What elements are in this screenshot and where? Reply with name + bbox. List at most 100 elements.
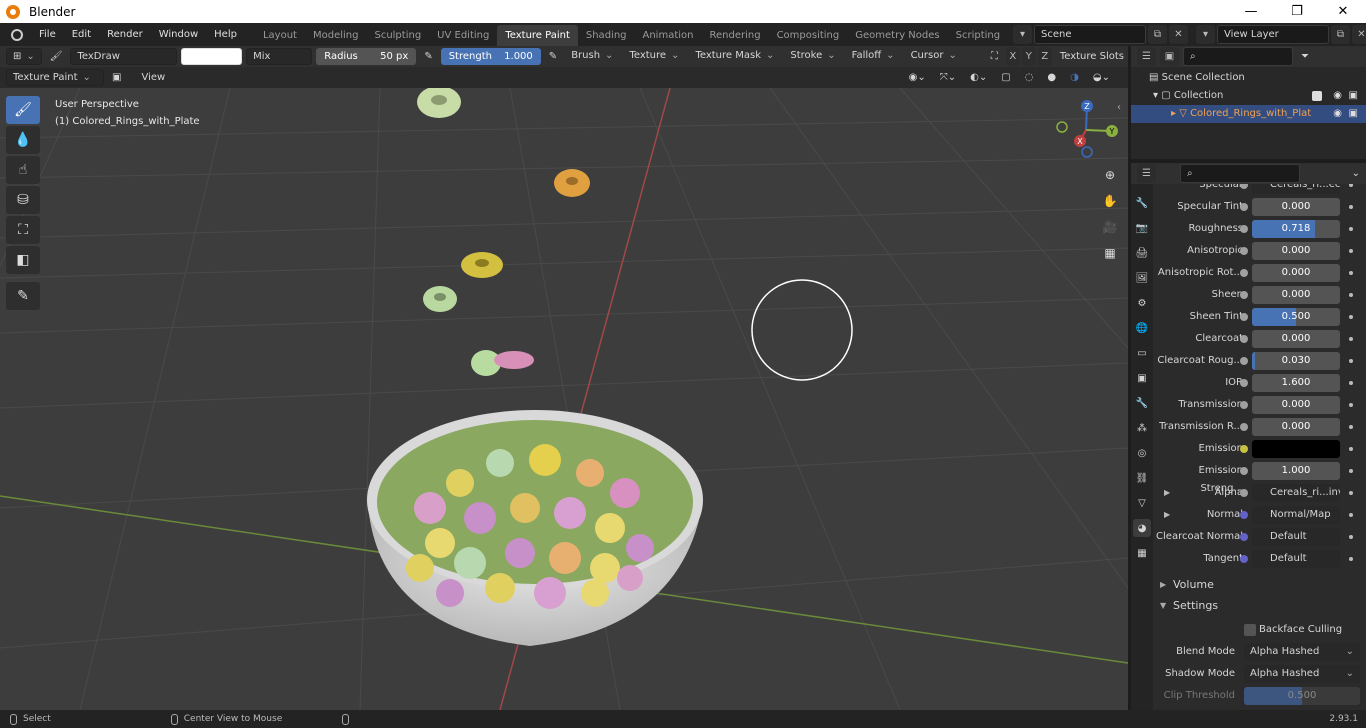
physics-tab-icon[interactable]: ◎ [1133,444,1151,462]
socket-icon[interactable] [1240,423,1248,431]
collection-expand-icon[interactable]: ▾ [1153,90,1161,101]
socket-icon[interactable] [1240,379,1248,387]
fill-tool-icon[interactable]: ⛶ [6,216,40,244]
maximize-button[interactable]: ❐ [1274,0,1320,23]
backface-culling-checkbox[interactable] [1244,624,1256,636]
material-tab-icon[interactable]: ◕ [1133,519,1151,537]
output-tab-icon[interactable]: 🖨 [1133,244,1151,262]
settings-panel-header[interactable]: Settings [1153,596,1366,616]
menu-window[interactable]: Window [151,23,206,46]
keyframe-dot-icon[interactable] [1349,249,1353,253]
cursor-menu[interactable]: Cursor [904,48,963,65]
volume-panel-header[interactable]: Volume [1153,575,1366,595]
texture-menu[interactable]: Texture [623,48,686,65]
data-tab-icon[interactable]: ▽ [1133,494,1151,512]
keyframe-dot-icon[interactable] [1349,271,1353,275]
symmetry-icon[interactable]: ⛶ [987,51,1002,62]
collection-tab-icon[interactable]: ▭ [1133,344,1151,362]
visibility-icon[interactable]: ◉⌄ [905,72,930,83]
world-tab-icon[interactable]: 🌐 [1133,319,1151,337]
linked-input[interactable]: Cereals_ri...ecular.png [1252,184,1340,194]
blender-logo-icon[interactable] [11,28,23,41]
workspace-tab-scripting[interactable]: Scripting [948,25,1008,46]
keyframe-dot-icon[interactable] [1349,337,1353,341]
constraints-tab-icon[interactable]: ⛓ [1133,469,1151,487]
outliner-display-mode-icon[interactable]: ▣ [1160,47,1179,66]
properties-options-icon[interactable]: ⌄ [1348,168,1366,179]
collection-eye-icon[interactable]: ◉ [1333,87,1342,105]
delete-view-layer-icon[interactable]: ✕ [1352,25,1366,44]
keyframe-dot-icon[interactable] [1349,227,1353,231]
symmetry-x-toggle[interactable]: X [1005,47,1020,66]
workspace-tab-texture-paint[interactable]: Texture Paint [497,25,578,46]
socket-icon[interactable] [1240,511,1248,519]
linked-input[interactable]: Default [1252,528,1340,546]
keyframe-dot-icon[interactable] [1349,469,1353,473]
keyframe-dot-icon[interactable] [1349,403,1353,407]
value-slider[interactable]: 0.000 [1252,198,1340,216]
socket-icon[interactable] [1240,225,1248,233]
xray-icon[interactable]: ▢ [997,72,1014,83]
socket-icon[interactable] [1240,247,1248,255]
object-row[interactable]: ▸ ▽ Colored_Rings_with_Plat ◉ ▣ [1131,105,1366,123]
keyframe-dot-icon[interactable] [1349,381,1353,385]
wireframe-shading-icon[interactable]: ◌ [1021,72,1038,83]
blend-mode-dropdown[interactable]: Mix [246,48,313,65]
keyframe-dot-icon[interactable] [1349,315,1353,319]
new-view-layer-icon[interactable]: ⧉ [1331,25,1350,44]
object-render-icon[interactable]: ▣ [1349,105,1358,123]
material-shading-icon[interactable]: ◑ [1066,72,1083,83]
keyframe-dot-icon[interactable] [1349,425,1353,429]
draw-tool-icon[interactable]: 🖌 [6,96,40,124]
workspace-tab-rendering[interactable]: Rendering [701,25,768,46]
texture-mask-menu[interactable]: Texture Mask [689,48,781,65]
shadow-mode-select[interactable]: Alpha Hashed [1244,665,1360,683]
value-slider[interactable]: 0.000 [1252,242,1340,260]
texture-slots-dropdown[interactable]: Texture Slots [1056,51,1128,62]
keyframe-dot-icon[interactable] [1349,205,1353,209]
strength-slider[interactable]: Strength 1.000 [440,48,541,65]
strength-pressure-icon[interactable]: ✎ [545,51,561,62]
smear-tool-icon[interactable]: ☝ [6,156,40,184]
value-slider[interactable]: 0.000 [1252,418,1340,436]
mode-dropdown[interactable]: Texture Paint [6,69,104,86]
socket-icon[interactable] [1240,467,1248,475]
linked-input[interactable]: Cereals_ri...invert.png [1252,484,1340,502]
navigation-gizmo[interactable]: Z Y X [1056,100,1118,158]
camera-view-icon[interactable]: 🎥 [1099,216,1121,238]
blend-mode-select[interactable]: Alpha Hashed [1244,643,1360,661]
value-slider[interactable]: 0.000 [1252,396,1340,414]
delete-scene-icon[interactable]: ✕ [1169,25,1188,44]
pan-hand-icon[interactable]: ✋ [1099,190,1121,212]
view-layer-tab-icon[interactable]: 🖼 [1133,269,1151,287]
annotate-tool-icon[interactable]: ✎ [6,282,40,310]
clip-threshold-slider[interactable]: 0.500 [1244,687,1360,705]
keyframe-dot-icon[interactable] [1349,513,1353,517]
keyframe-dot-icon[interactable] [1349,184,1353,187]
tool-tab-icon[interactable]: 🔧 [1133,194,1151,212]
outliner-search-input[interactable]: ⌕ [1183,47,1293,66]
collection-exclude-checkbox[interactable] [1312,91,1322,101]
workspace-tab-geometry-nodes[interactable]: Geometry Nodes [847,25,947,46]
collection-row[interactable]: ▾ ▢ Collection ◉ ▣ [1131,87,1366,105]
menu-help[interactable]: Help [206,23,245,46]
brush-name-field[interactable]: TexDraw [70,48,177,65]
workspace-tab-animation[interactable]: Animation [635,25,702,46]
menu-edit[interactable]: Edit [64,23,99,46]
socket-icon[interactable] [1240,335,1248,343]
keyframe-dot-icon[interactable] [1349,359,1353,363]
scene-tab-icon[interactable]: ⚙ [1133,294,1151,312]
socket-icon[interactable] [1240,269,1248,277]
workspace-tab-sculpting[interactable]: Sculpting [366,25,429,46]
scene-name-field[interactable]: Scene [1034,25,1146,44]
value-slider[interactable]: 0.500 [1252,308,1340,326]
outliner-editor-type-icon[interactable]: ☰ [1137,47,1156,66]
overlays-icon[interactable]: ◐⌄ [966,72,991,83]
radius-pressure-icon[interactable]: ✎ [420,51,436,62]
menu-render[interactable]: Render [99,23,151,46]
workspace-tab-modeling[interactable]: Modeling [305,25,367,46]
brush-tool-icon[interactable]: 🖌 [46,51,67,62]
brush-color-swatch[interactable] [180,48,243,65]
value-slider[interactable]: 0.030 [1252,352,1340,370]
socket-icon[interactable] [1240,291,1248,299]
